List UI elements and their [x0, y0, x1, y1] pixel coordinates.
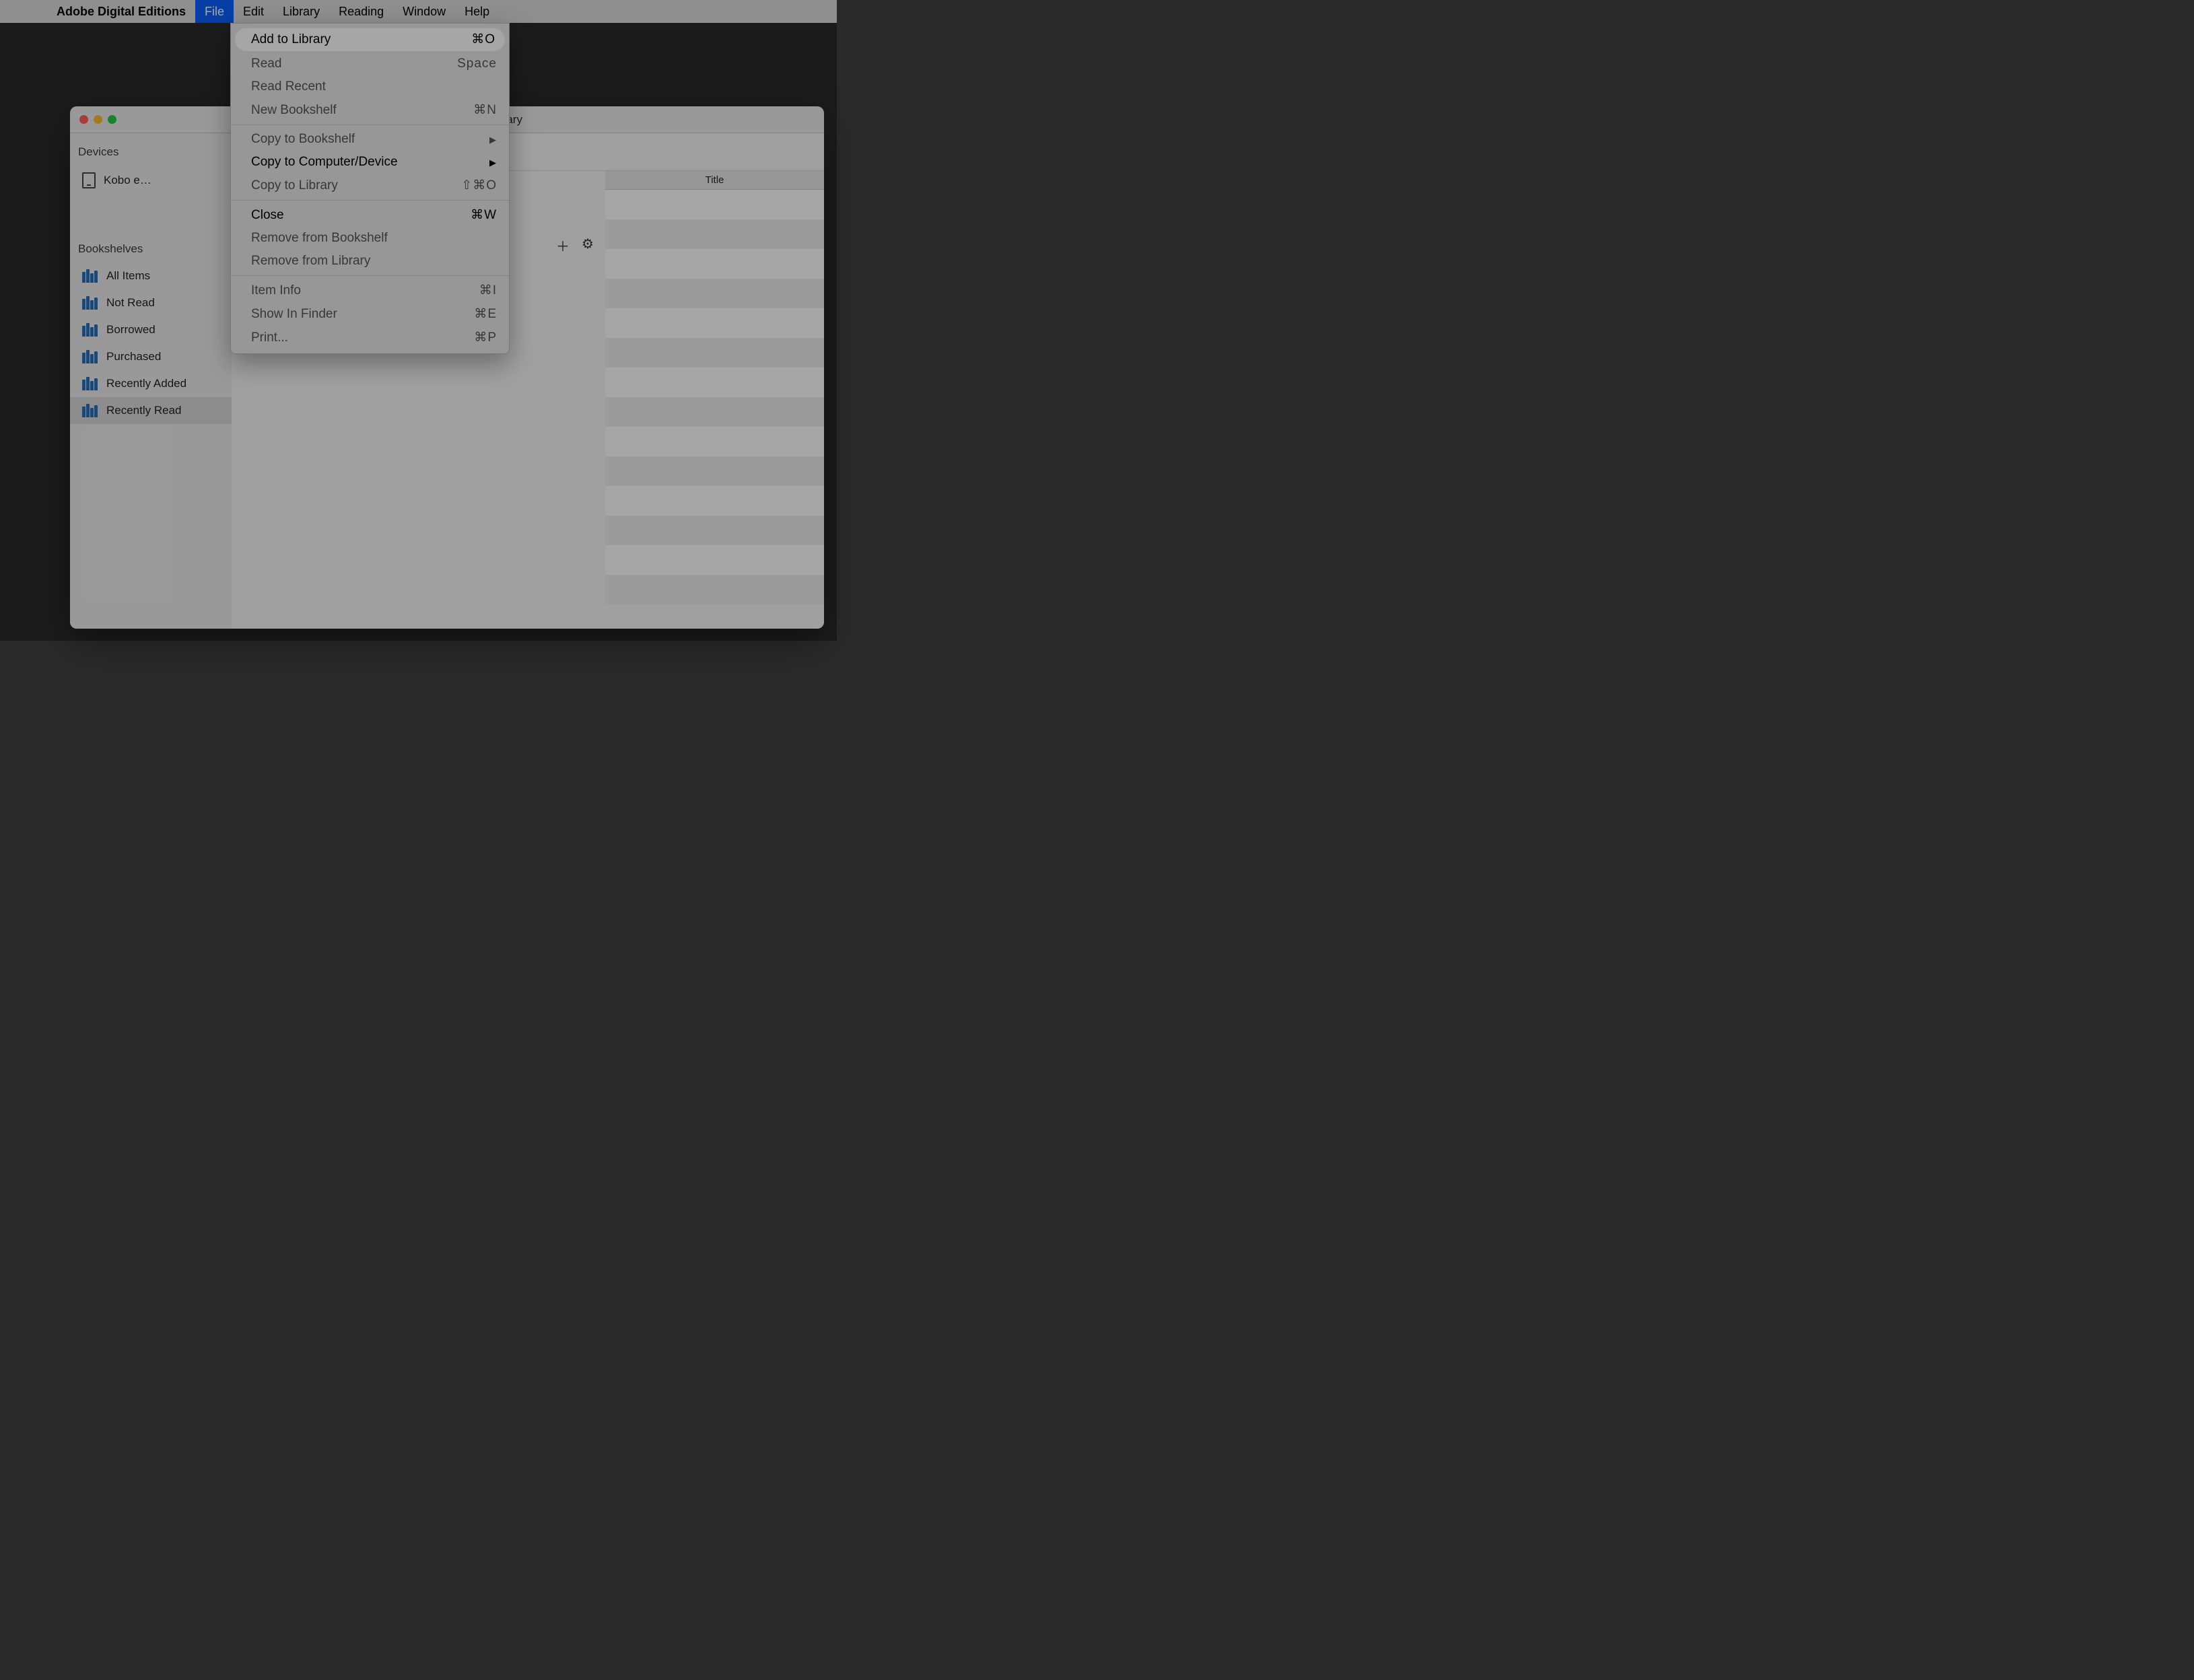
close-icon[interactable]: [79, 115, 88, 124]
bookshelf-icon: [82, 377, 98, 390]
menu-item-shortcut: ⌘I: [479, 283, 497, 298]
table-row[interactable]: [605, 516, 824, 545]
menu-item-copy-to-bookshelf: Copy to Bookshelf ▶: [231, 128, 509, 151]
table-row[interactable]: [605, 219, 824, 249]
chevron-right-icon: ▶: [489, 155, 497, 170]
bookshelf-icon: [82, 350, 98, 363]
bookshelf-icon: [82, 404, 98, 417]
column-title[interactable]: Title: [605, 174, 824, 186]
sidebar-item-borrowed[interactable]: Borrowed: [70, 316, 232, 343]
table-row[interactable]: [605, 575, 824, 604]
table-row[interactable]: [605, 486, 824, 516]
sidebar: Devices Kobo e… Bookshelves All Items Not…: [70, 133, 232, 629]
plus-icon[interactable]: ＋: [556, 236, 570, 255]
menu-item-show-in-finder: Show In Finder ⌘E: [231, 302, 509, 326]
fullscreen-icon[interactable]: [108, 115, 116, 124]
menu-item-label: New Bookshelf: [251, 103, 337, 118]
menu-item-remove-from-library: Remove from Library: [231, 250, 509, 273]
menu-edit[interactable]: Edit: [234, 0, 273, 23]
menu-item-label: Copy to Library: [251, 178, 338, 193]
table-row[interactable]: [605, 249, 824, 279]
table-row[interactable]: [605, 338, 824, 368]
sidebar-item-label: Borrowed: [106, 323, 156, 337]
menu-item-label: Copy to Bookshelf: [251, 132, 355, 147]
menu-item-copy-to-library: Copy to Library ⇧⌘O: [231, 174, 509, 197]
devices-header: Devices: [70, 133, 232, 166]
menu-item-item-info: Item Info ⌘I: [231, 279, 509, 302]
minimize-icon[interactable]: [94, 115, 102, 124]
sidebar-item-purchased[interactable]: Purchased: [70, 343, 232, 370]
menu-item-label: Read Recent: [251, 79, 326, 94]
table-rows: [605, 190, 824, 604]
menu-item-label: Add to Library: [251, 32, 331, 47]
menu-item-shortcut: ⌘O: [471, 32, 495, 47]
menu-item-copy-to-computer-device[interactable]: Copy to Computer/Device ▶: [231, 151, 509, 174]
menu-library[interactable]: Library: [273, 0, 329, 23]
menubar: Adobe Digital Editions File Edit Library…: [0, 0, 837, 23]
sidebar-item-label: Recently Added: [106, 377, 186, 390]
menu-item-label: Item Info: [251, 283, 301, 298]
table: Title: [605, 171, 824, 629]
menu-item-remove-from-bookshelf: Remove from Bookshelf: [231, 227, 509, 250]
table-row[interactable]: [605, 545, 824, 575]
menu-item-add-to-library[interactable]: Add to Library ⌘O: [235, 28, 505, 51]
table-row[interactable]: [605, 368, 824, 397]
shelf-actions: ＋ ⚙︎: [556, 236, 594, 255]
bookshelf-icon: [82, 269, 98, 283]
menu-item-label: Show In Finder: [251, 307, 337, 322]
bookshelf-icon: [82, 323, 98, 337]
menu-item-label: Remove from Library: [251, 254, 370, 269]
menu-item-shortcut: ⌘W: [471, 207, 497, 223]
chevron-right-icon: ▶: [489, 132, 497, 147]
file-menu-dropdown: Add to Library ⌘O Read Space Read Recent New …: [230, 23, 510, 354]
traffic-lights: [79, 115, 116, 124]
sidebar-item-recently-added[interactable]: Recently Added: [70, 370, 232, 397]
menu-item-shortcut: ⌘P: [474, 330, 497, 345]
menubar-items: Adobe Digital Editions File Edit Library…: [47, 0, 499, 23]
menu-reading[interactable]: Reading: [329, 0, 393, 23]
sidebar-item-label: Not Read: [106, 296, 155, 310]
menu-item-label: Remove from Bookshelf: [251, 231, 388, 246]
menu-item-shortcut: ⌘N: [473, 102, 497, 118]
sidebar-item-label: Recently Read: [106, 404, 182, 417]
menu-item-print: Print... ⌘P: [231, 326, 509, 349]
menu-window[interactable]: Window: [393, 0, 455, 23]
bookshelf-icon: [82, 296, 98, 310]
table-row[interactable]: [605, 456, 824, 486]
bookshelves-header: Bookshelves: [70, 230, 232, 262]
sidebar-item-not-read[interactable]: Not Read: [70, 289, 232, 316]
gear-icon[interactable]: ⚙︎: [582, 236, 594, 255]
menu-item-shortcut: ⇧⌘O: [461, 178, 497, 193]
menu-help[interactable]: Help: [455, 0, 499, 23]
table-row[interactable]: [605, 308, 824, 338]
menu-item-label: Copy to Computer/Device: [251, 155, 398, 170]
table-row[interactable]: [605, 427, 824, 456]
sidebar-item-label: Purchased: [106, 350, 161, 363]
table-header: Title: [605, 171, 824, 190]
menu-item-label: Print...: [251, 330, 288, 345]
menu-file[interactable]: File: [195, 0, 234, 23]
menu-item-close[interactable]: Close ⌘W: [231, 203, 509, 227]
menu-item-shortcut: Space: [457, 57, 497, 71]
device-label: Kobo e…: [104, 174, 151, 187]
menu-item-read: Read Space: [231, 53, 509, 75]
sidebar-item-all-items[interactable]: All Items: [70, 262, 232, 289]
menu-item-new-bookshelf: New Bookshelf ⌘N: [231, 98, 509, 122]
device-item[interactable]: Kobo e…: [70, 166, 232, 195]
sidebar-item-recently-read[interactable]: Recently Read: [70, 397, 232, 424]
table-row[interactable]: [605, 279, 824, 308]
menu-item-read-recent: Read Recent: [231, 75, 509, 98]
table-row[interactable]: [605, 190, 824, 219]
app-name[interactable]: Adobe Digital Editions: [47, 0, 195, 23]
sidebar-item-label: All Items: [106, 269, 150, 283]
menu-item-shortcut: ⌘E: [474, 306, 497, 322]
menu-item-label: Read: [251, 57, 281, 71]
table-row[interactable]: [605, 397, 824, 427]
menu-item-label: Close: [251, 208, 284, 223]
device-icon: [82, 172, 96, 188]
